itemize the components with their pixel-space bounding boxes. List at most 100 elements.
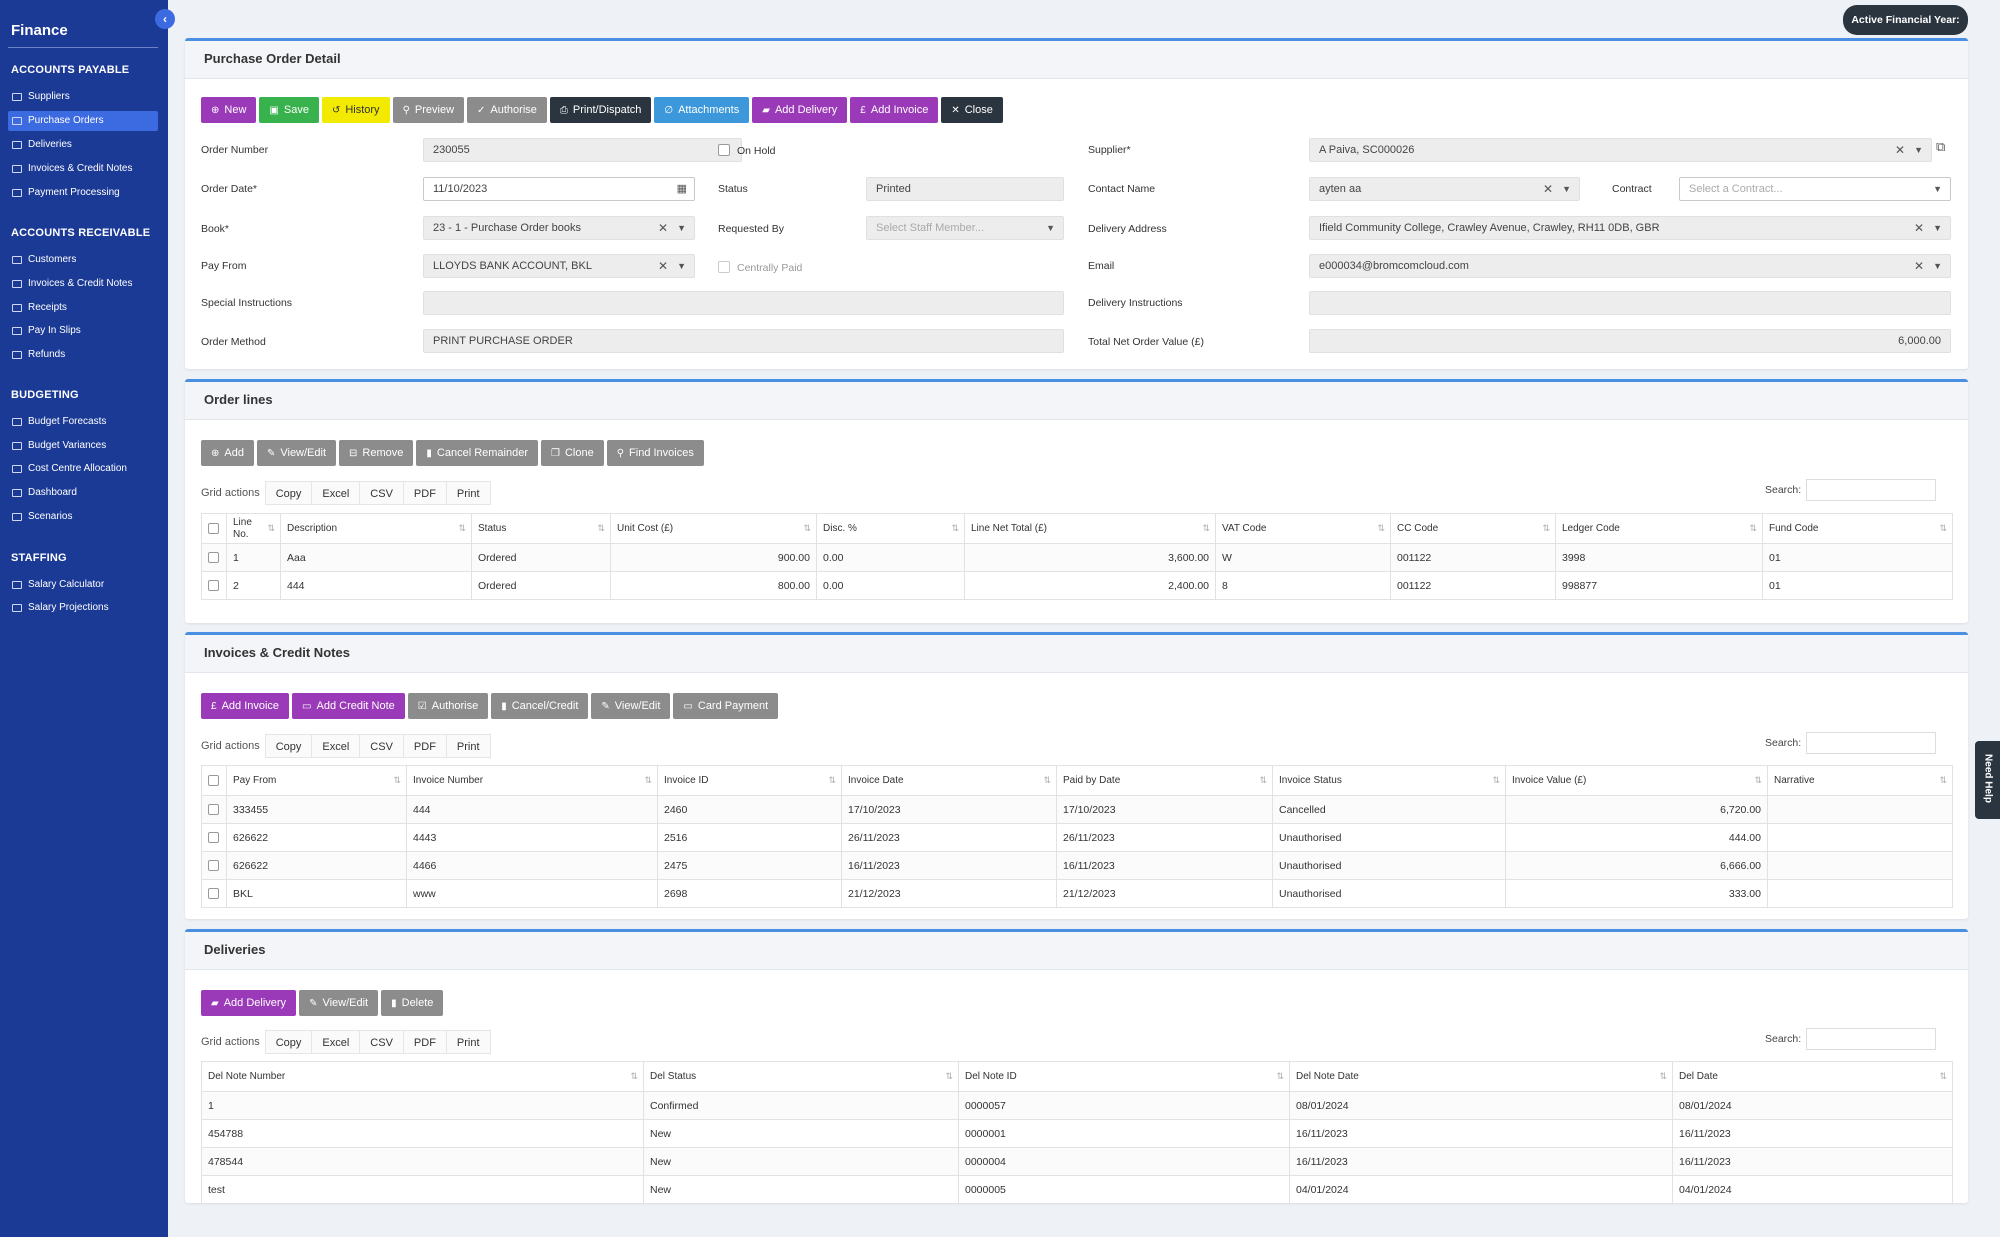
external-link-icon[interactable]: ⧉ <box>1936 139 1945 155</box>
sidebar-item-purchase-orders[interactable]: Purchase Orders <box>8 111 158 131</box>
excel-action[interactable]: Excel <box>311 734 361 758</box>
column-header[interactable]: Disc. % ⇅ <box>816 513 965 544</box>
column-header[interactable]: Line Net Total (£) ⇅ <box>964 513 1216 544</box>
table-row[interactable]: BKL www 2698 21/12/2023 21/12/2023 Unauthoris… <box>201 879 1953 908</box>
column-header[interactable]: Unit Cost (£) ⇅ <box>610 513 817 544</box>
add-invoice-button[interactable]: £ Add Invoice <box>201 693 290 719</box>
clear-icon[interactable]: ✕ <box>1914 217 1924 239</box>
card-payment-button[interactable]: ▭ Card Payment <box>673 693 779 719</box>
table-row[interactable]: 333455 444 2460 17/10/2023 17/10/2023 Cancell… <box>201 795 1953 824</box>
column-header[interactable]: Description ⇅ <box>280 513 472 544</box>
sidebar-item-receipts[interactable]: Receipts <box>8 298 158 318</box>
clear-icon[interactable]: ✕ <box>1914 255 1924 277</box>
on-hold-checkbox[interactable] <box>718 144 730 156</box>
search-input[interactable] <box>1806 732 1937 754</box>
print-action[interactable]: Print <box>445 734 491 758</box>
view-edit-invoice-button[interactable]: ✎ View/Edit <box>591 693 671 719</box>
column-header[interactable]: Narrative ⇅ <box>1767 765 1953 796</box>
select-all-checkbox[interactable] <box>208 522 219 534</box>
add-line-button[interactable]: ⊕ Add <box>201 440 254 466</box>
column-header[interactable]: Invoice Status ⇅ <box>1272 765 1506 796</box>
column-header[interactable]: Line No. ⇅ <box>226 513 281 544</box>
csv-action[interactable]: CSV <box>359 734 404 758</box>
sidebar-item-salary-projections[interactable]: Salary Projections <box>8 598 158 618</box>
delivery-address-select[interactable]: Ifield Community College, Crawley Avenue… <box>1309 216 1951 240</box>
row-checkbox[interactable] <box>208 552 219 564</box>
authorise-invoice-button[interactable]: ☑ Authorise <box>407 693 489 719</box>
remove-line-button[interactable]: ⊟ Remove <box>339 440 414 466</box>
search-input[interactable] <box>1806 1028 1937 1050</box>
book-select[interactable]: 23 - 1 - Purchase Order books ✕ ▼ <box>423 216 695 240</box>
column-header[interactable]: Invoice ID ⇅ <box>657 765 842 796</box>
copy-action[interactable]: Copy <box>264 481 313 505</box>
history-button[interactable]: ↺ History <box>321 97 390 123</box>
view-edit-line-button[interactable]: ✎ View/Edit <box>256 440 337 466</box>
close-button[interactable]: ✕ Close <box>941 97 1003 123</box>
pdf-action[interactable]: PDF <box>402 734 447 758</box>
find-invoices-button[interactable]: ⚲ Find Invoices <box>606 440 704 466</box>
sidebar-item-salary-calculator[interactable]: Salary Calculator <box>8 575 158 595</box>
copy-action[interactable]: Copy <box>264 734 313 758</box>
clone-line-button[interactable]: ❐ Clone <box>541 440 604 466</box>
sidebar-item-dashboard[interactable]: Dashboard <box>8 483 158 503</box>
sidebar-item-budget-variances[interactable]: Budget Variances <box>8 436 158 456</box>
column-header[interactable]: Del Note Number ⇅ <box>201 1061 644 1092</box>
row-checkbox[interactable] <box>208 804 219 816</box>
print-action[interactable]: Print <box>445 481 491 505</box>
sidebar-item-ar-invoices[interactable]: Invoices & Credit Notes <box>8 274 158 294</box>
table-row[interactable]: 478544 New 0000004 16/11/2023 16/11/2023 <box>201 1147 1953 1176</box>
column-header[interactable]: Del Note Date ⇅ <box>1289 1061 1673 1092</box>
cancel-credit-button[interactable]: ▮ Cancel/Credit <box>491 693 589 719</box>
sidebar-item-budget-forecasts[interactable]: Budget Forecasts <box>8 412 158 432</box>
copy-action[interactable]: Copy <box>264 1030 313 1054</box>
pdf-action[interactable]: PDF <box>402 1030 447 1054</box>
order-date-field[interactable]: 11/10/2023 ▦ <box>423 177 695 201</box>
cancel-remainder-button[interactable]: ▮ Cancel Remainder <box>416 440 538 466</box>
sidebar-item-customers[interactable]: Customers <box>8 250 158 270</box>
delivery-instructions-field[interactable] <box>1309 291 1951 315</box>
new-button[interactable]: ⊕ New <box>201 97 257 123</box>
column-header[interactable]: Invoice Number ⇅ <box>406 765 658 796</box>
select-all-cell[interactable] <box>201 765 227 796</box>
preview-button[interactable]: ⚲ Preview <box>392 97 465 123</box>
delete-delivery-button[interactable]: ▮ Delete <box>381 990 444 1016</box>
excel-action[interactable]: Excel <box>311 481 361 505</box>
print-action[interactable]: Print <box>445 1030 491 1054</box>
sidebar-item-ap-invoices[interactable]: Invoices & Credit Notes <box>8 159 158 179</box>
special-instructions-field[interactable] <box>423 291 1064 315</box>
select-all-cell[interactable] <box>201 513 227 544</box>
sidebar-item-deliveries[interactable]: Deliveries <box>8 135 158 155</box>
supplier-select[interactable]: A Paiva, SC000026 ✕ ▼ <box>1309 138 1932 162</box>
row-checkbox[interactable] <box>208 580 219 592</box>
centrally-paid-checkbox[interactable] <box>718 261 730 273</box>
column-header[interactable]: CC Code ⇅ <box>1390 513 1556 544</box>
clear-icon[interactable]: ✕ <box>658 255 668 277</box>
add-delivery-button[interactable]: ▰ Add Delivery <box>201 990 297 1016</box>
add-invoice-button[interactable]: £ Add Invoice <box>850 97 939 123</box>
contact-name-select[interactable]: ayten aa ✕ ▼ <box>1309 177 1580 201</box>
column-header[interactable]: Pay From ⇅ <box>226 765 407 796</box>
need-help-tab[interactable]: Need Help <box>1975 741 2000 819</box>
table-row[interactable]: 2 444 Ordered 800.00 0.00 2,400.00 8 001… <box>201 571 1953 600</box>
sidebar-item-pay-in-slips[interactable]: Pay In Slips <box>8 321 158 341</box>
sidebar-collapse-button[interactable]: ‹ <box>155 9 175 29</box>
column-header[interactable]: Paid by Date ⇅ <box>1056 765 1273 796</box>
calendar-icon[interactable]: ▦ <box>677 178 687 200</box>
table-row[interactable]: test New 0000005 04/01/2024 04/01/2024 <box>201 1175 1953 1204</box>
attachments-button[interactable]: ∅ Attachments <box>654 97 750 123</box>
column-header[interactable]: Del Date ⇅ <box>1672 1061 1953 1092</box>
requested-by-select[interactable]: Select Staff Member... ▼ <box>866 216 1064 240</box>
add-delivery-button[interactable]: ▰ Add Delivery <box>752 97 848 123</box>
sidebar-item-scenarios[interactable]: Scenarios <box>8 507 158 527</box>
column-header[interactable]: Del Note ID ⇅ <box>958 1061 1290 1092</box>
sidebar-item-suppliers[interactable]: Suppliers <box>8 87 158 107</box>
clear-icon[interactable]: ✕ <box>1895 139 1905 161</box>
row-checkbox[interactable] <box>208 832 219 844</box>
table-row[interactable]: 626622 4443 2516 26/11/2023 26/11/2023 Unauth… <box>201 823 1953 852</box>
csv-action[interactable]: CSV <box>359 481 404 505</box>
pay-from-select[interactable]: LLOYDS BANK ACCOUNT, BKL ✕ ▼ <box>423 254 695 278</box>
clear-icon[interactable]: ✕ <box>658 217 668 239</box>
excel-action[interactable]: Excel <box>311 1030 361 1054</box>
view-edit-delivery-button[interactable]: ✎ View/Edit <box>299 990 379 1016</box>
row-checkbox[interactable] <box>208 888 219 900</box>
